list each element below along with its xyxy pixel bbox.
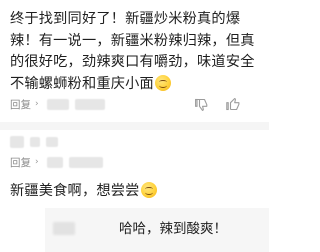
comment-thread: 终于找到同好了！新疆炒米粉真的爆辣！有一说一，新疆米粉辣归辣，但真的很好吃，劲辣… [0, 0, 269, 252]
comment-1-meta: 回复 › [10, 96, 111, 112]
like-icon[interactable] [226, 98, 240, 111]
redacted-avatar [10, 136, 24, 148]
nested-reply-text: 哈哈，辣到酸爽！ [119, 221, 227, 237]
chevron-right-icon[interactable]: › [35, 157, 39, 167]
comment-2-body: 新疆美食啊，想尝尝 [10, 183, 140, 199]
redacted-username [30, 137, 40, 147]
dislike-icon[interactable] [195, 98, 209, 111]
redacted-reply-username [53, 222, 75, 235]
redacted-user-info [10, 136, 64, 148]
smirking-emoji-icon [140, 182, 157, 198]
nested-reply[interactable]: 哈哈，辣到酸爽！ [45, 208, 269, 252]
redacted-username [46, 137, 58, 147]
laughing-emoji-icon [154, 74, 171, 91]
comment-1-body: 终于找到同好了！新疆炒米粉真的爆辣！有一说一，新疆米粉辣归辣，但真的很好吃，劲辣… [10, 11, 255, 92]
comment-2-text: 新疆美食啊，想尝尝 [10, 181, 263, 203]
redacted-meta [68, 156, 103, 168]
comment-2-meta: 回复 › [10, 154, 109, 170]
redacted-meta [74, 98, 105, 110]
comment-divider [0, 122, 269, 130]
redacted-meta [46, 98, 69, 110]
reply-button[interactable]: 回复 [10, 97, 31, 112]
comment-1-text: 终于找到同好了！新疆炒米粉真的爆辣！有一说一，新疆米粉辣归辣，但真的很好吃，劲辣… [10, 9, 263, 95]
chevron-right-icon[interactable]: › [35, 99, 39, 109]
reply-button[interactable]: 回复 [10, 155, 31, 170]
redacted-meta [46, 156, 63, 168]
